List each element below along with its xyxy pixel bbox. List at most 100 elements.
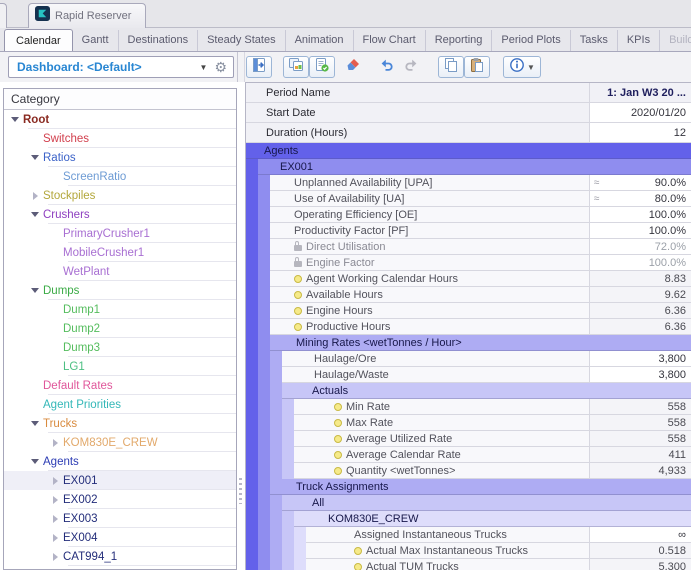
expand-arrow-icon[interactable] — [50, 553, 60, 561]
previous-window-tab[interactable] — [0, 3, 7, 28]
section-row-mining-rates-wettonnes-hour[interactable]: Mining Rates <wetTonnes / Hour> — [246, 335, 691, 351]
collapse-arrow-icon[interactable] — [30, 459, 40, 464]
grid-row-available-hours[interactable]: Available Hours9.62 — [246, 287, 691, 303]
panel-splitter-handle[interactable] — [239, 478, 242, 504]
expand-arrow-icon[interactable] — [50, 534, 60, 542]
tree-item-lg1[interactable]: LG1 — [4, 357, 236, 376]
tree-item-ex003[interactable]: EX003 — [4, 509, 236, 528]
row-value[interactable]: 558 — [589, 399, 691, 415]
tree-item-primarycrusher1[interactable]: PrimaryCrusher1 — [4, 224, 236, 243]
grid-row-engine-factor[interactable]: Engine Factor100.0% — [246, 255, 691, 271]
row-value[interactable]: 1: Jan W3 20 ... — [589, 83, 691, 103]
grid-row-use-of-availability-ua[interactable]: Use of Availability [UA]≈80.0% — [246, 191, 691, 207]
tree-item-root[interactable]: Root — [4, 110, 236, 129]
window-tab-rapid-reserver[interactable]: Rapid Reserver — [28, 3, 146, 28]
row-value[interactable]: 5.300 — [589, 559, 691, 570]
validate-button[interactable] — [309, 56, 335, 78]
row-value[interactable]: 100.0% — [589, 207, 691, 223]
tree-item-ratios[interactable]: Ratios — [4, 148, 236, 167]
row-value[interactable]: ≈80.0% — [589, 191, 691, 207]
grid-row-haulage-waste[interactable]: Haulage/Waste3,800 — [246, 367, 691, 383]
clone-view-button[interactable] — [283, 56, 309, 78]
export-panel-button[interactable] — [246, 56, 272, 78]
eraser-button[interactable] — [340, 56, 366, 78]
row-value[interactable]: 72.0% — [589, 239, 691, 255]
tree-item-trucks[interactable]: Trucks — [4, 414, 236, 433]
row-value[interactable]: 3,800 — [589, 351, 691, 367]
row-value[interactable]: 6.36 — [589, 303, 691, 319]
section-row-all[interactable]: All — [246, 495, 691, 511]
collapse-arrow-icon[interactable] — [30, 212, 40, 217]
section-row-agents[interactable]: Agents — [246, 143, 691, 159]
tab-build-targe[interactable]: Build Targe — [660, 30, 691, 51]
row-value[interactable]: 558 — [589, 431, 691, 447]
row-value[interactable]: 558 — [589, 415, 691, 431]
expand-arrow-icon[interactable] — [50, 477, 60, 485]
grid-row-actual-tum-trucks[interactable]: Actual TUM Trucks5.300 — [246, 559, 691, 570]
expand-arrow-icon[interactable] — [50, 439, 60, 447]
grid-row-direct-utilisation[interactable]: Direct Utilisation72.0% — [246, 239, 691, 255]
undo-button[interactable] — [374, 56, 400, 78]
expand-arrow-icon[interactable] — [50, 515, 60, 523]
tree-item-agent-priorities[interactable]: Agent Priorities — [4, 395, 236, 414]
tree-item-cat994-2[interactable]: CAT994_2 — [4, 566, 236, 570]
row-value[interactable]: 9.62 — [589, 287, 691, 303]
grid-row-period-name[interactable]: Period Name1: Jan W3 20 ... — [246, 83, 691, 103]
collapse-arrow-icon[interactable] — [10, 117, 20, 122]
tree-item-agents[interactable]: Agents — [4, 452, 236, 471]
info-button[interactable]: ▼ — [503, 56, 541, 78]
tree-item-kom830e-crew[interactable]: KOM830E_CREW — [4, 433, 236, 452]
row-value[interactable]: 12 — [589, 123, 691, 143]
tree-item-dumps[interactable]: Dumps — [4, 281, 236, 300]
row-value[interactable]: 100.0% — [589, 223, 691, 239]
row-value[interactable]: 2020/01/20 — [589, 103, 691, 123]
tree-item-crushers[interactable]: Crushers — [4, 205, 236, 224]
collapse-arrow-icon[interactable] — [30, 421, 40, 426]
grid-row-min-rate[interactable]: Min Rate558 — [246, 399, 691, 415]
grid-row-engine-hours[interactable]: Engine Hours6.36 — [246, 303, 691, 319]
gear-icon[interactable]: ⚙ — [214, 60, 233, 74]
grid-row-average-calendar-rate[interactable]: Average Calendar Rate411 — [246, 447, 691, 463]
row-value[interactable]: 100.0% — [589, 255, 691, 271]
tab-destinations[interactable]: Destinations — [119, 30, 199, 51]
row-value[interactable]: 8.83 — [589, 271, 691, 287]
grid-row-operating-efficiency-oe[interactable]: Operating Efficiency [OE]100.0% — [246, 207, 691, 223]
section-row-truck-assignments[interactable]: Truck Assignments — [246, 479, 691, 495]
grid-row-actual-max-instantaneous-trucks[interactable]: Actual Max Instantaneous Trucks0.518 — [246, 543, 691, 559]
row-value[interactable]: ∞ — [589, 527, 691, 543]
row-value[interactable]: ≈90.0% — [589, 175, 691, 191]
grid-row-assigned-instantaneous-trucks[interactable]: Assigned Instantaneous Trucks∞ — [246, 527, 691, 543]
chevron-down-icon[interactable]: ▼ — [193, 63, 215, 72]
row-value[interactable]: 0.518 — [589, 543, 691, 559]
tab-gantt[interactable]: Gantt — [73, 30, 119, 51]
tab-period-plots[interactable]: Period Plots — [492, 30, 570, 51]
tree-item-cat994-1[interactable]: CAT994_1 — [4, 547, 236, 566]
grid-row-duration-hours[interactable]: Duration (Hours)12 — [246, 123, 691, 143]
grid-row-start-date[interactable]: Start Date2020/01/20 — [246, 103, 691, 123]
tab-tasks[interactable]: Tasks — [571, 30, 618, 51]
expand-arrow-icon[interactable] — [30, 192, 40, 200]
row-value[interactable]: 6.36 — [589, 319, 691, 335]
section-row-ex001[interactable]: EX001 — [246, 159, 691, 175]
tree-item-dump2[interactable]: Dump2 — [4, 319, 236, 338]
copy-button[interactable] — [438, 56, 464, 78]
tree-item-mobilecrusher1[interactable]: MobileCrusher1 — [4, 243, 236, 262]
tab-animation[interactable]: Animation — [286, 30, 354, 51]
tab-reporting[interactable]: Reporting — [426, 30, 493, 51]
collapse-arrow-icon[interactable] — [30, 288, 40, 293]
dashboard-selector[interactable]: Dashboard: <Default> ▼ ⚙ — [8, 56, 234, 78]
tree-item-switches[interactable]: Switches — [4, 129, 236, 148]
grid-row-productive-hours[interactable]: Productive Hours6.36 — [246, 319, 691, 335]
grid-row-unplanned-availability-upa[interactable]: Unplanned Availability [UPA]≈90.0% — [246, 175, 691, 191]
tree-item-stockpiles[interactable]: Stockpiles — [4, 186, 236, 205]
section-row-actuals[interactable]: Actuals — [246, 383, 691, 399]
tab-flow-chart[interactable]: Flow Chart — [354, 30, 426, 51]
row-value[interactable]: 3,800 — [589, 367, 691, 383]
section-row-kom830e-crew[interactable]: KOM830E_CREW — [246, 511, 691, 527]
grid-row-productivity-factor-pf[interactable]: Productivity Factor [PF]100.0% — [246, 223, 691, 239]
grid-row-quantity-wettonnes[interactable]: Quantity <wetTonnes>4,933 — [246, 463, 691, 479]
tab-calendar[interactable]: Calendar — [4, 29, 73, 52]
collapse-arrow-icon[interactable] — [30, 155, 40, 160]
row-value[interactable]: 4,933 — [589, 463, 691, 479]
grid-row-average-utilized-rate[interactable]: Average Utilized Rate558 — [246, 431, 691, 447]
